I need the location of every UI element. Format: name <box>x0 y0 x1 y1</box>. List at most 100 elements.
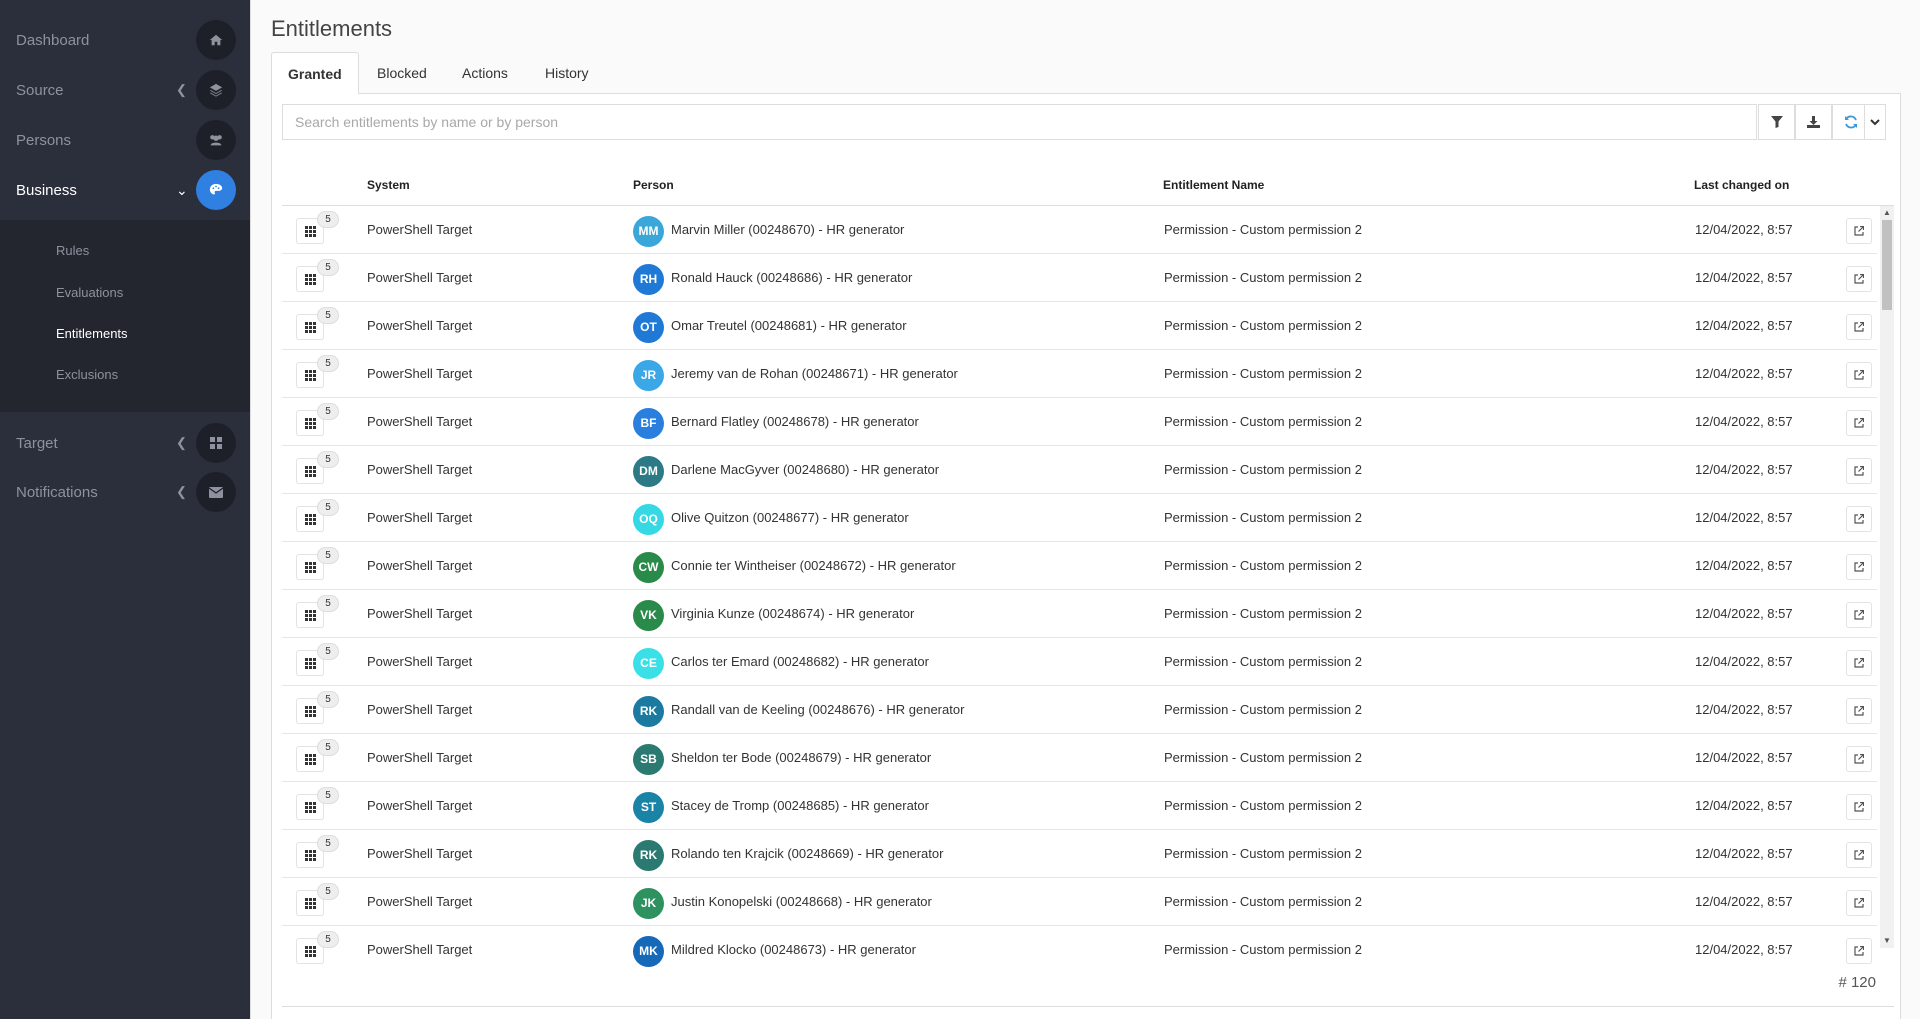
date-cell: 12/04/2022, 8:57 <box>1695 846 1793 861</box>
grid-dots-icon <box>304 897 316 909</box>
table-row[interactable]: 5 PowerShell Target MK Mildred Klocko (0024… <box>282 926 1877 968</box>
person-cell[interactable]: Carlos ter Emard (00248682) - HR generat… <box>671 638 929 686</box>
tab-history[interactable]: History <box>529 52 605 94</box>
person-cell[interactable]: Omar Treutel (00248681) - HR generator <box>671 302 907 350</box>
date-cell: 12/04/2022, 8:57 <box>1695 654 1793 669</box>
download-button[interactable] <box>1795 104 1832 140</box>
avatar: OQ <box>633 504 664 535</box>
table-row[interactable]: 5 PowerShell Target RH Ronald Hauck (002486… <box>282 254 1877 302</box>
table-row[interactable]: 5 PowerShell Target SB Sheldon ter Bode (00… <box>282 734 1877 782</box>
table-row[interactable]: 5 PowerShell Target OQ Olive Quitzon (00248… <box>282 494 1877 542</box>
count-badge: 5 <box>317 595 339 612</box>
person-cell[interactable]: Mildred Klocko (00248673) - HR generator <box>671 926 916 968</box>
open-button[interactable] <box>1846 410 1872 436</box>
table-row[interactable]: 5 PowerShell Target OT Omar Treutel (002486… <box>282 302 1877 350</box>
table-row[interactable]: 5 PowerShell Target BF Bernard Flatley (002… <box>282 398 1877 446</box>
nav-source[interactable]: Source ❮ <box>0 65 250 115</box>
grid-dots-icon <box>304 753 316 765</box>
main-content: Entitlements Granted Blocked Actions His… <box>250 0 1920 1019</box>
person-cell[interactable]: Stacey de Tromp (00248685) - HR generato… <box>671 782 929 830</box>
external-link-icon <box>1854 802 1864 812</box>
chevron-left-icon: ❮ <box>176 484 187 499</box>
table-row[interactable]: 5 PowerShell Target MM Marvin Miller (00248… <box>282 206 1877 254</box>
subnav-evaluations[interactable]: Evaluations <box>56 285 123 300</box>
entitlement-cell: Permission - Custom permission 2 <box>1164 318 1362 333</box>
nav-business[interactable]: Business ⌄ <box>0 165 250 215</box>
search-input[interactable] <box>283 105 1756 139</box>
person-cell[interactable]: Randall van de Keeling (00248676) - HR g… <box>671 686 964 734</box>
table-row[interactable]: 5 PowerShell Target VK Virginia Kunze (0024… <box>282 590 1877 638</box>
table-row[interactable]: 5 PowerShell Target RK Randall van de Keeli… <box>282 686 1877 734</box>
system-cell: PowerShell Target <box>367 558 473 573</box>
scroll-thumb[interactable] <box>1882 220 1892 310</box>
person-cell[interactable]: Ronald Hauck (00248686) - HR generator <box>671 254 912 302</box>
person-cell[interactable]: Connie ter Wintheiser (00248672) - HR ge… <box>671 542 956 590</box>
col-entitlement-name[interactable]: Entitlement Name <box>1163 164 1264 206</box>
filter-button[interactable] <box>1758 104 1795 140</box>
table-scrollbar[interactable]: ▲ ▼ <box>1880 206 1894 948</box>
open-button[interactable] <box>1846 314 1872 340</box>
subnav-exclusions[interactable]: Exclusions <box>56 367 118 382</box>
external-link-icon <box>1854 850 1864 860</box>
entitlement-cell: Permission - Custom permission 2 <box>1164 510 1362 525</box>
open-button[interactable] <box>1846 794 1872 820</box>
tab-blocked[interactable]: Blocked <box>361 52 443 94</box>
col-system[interactable]: System <box>367 164 410 206</box>
person-cell[interactable]: Olive Quitzon (00248677) - HR generator <box>671 494 909 542</box>
grid-dots-icon <box>304 801 316 813</box>
nav-dashboard[interactable]: Dashboard <box>0 15 250 65</box>
nav-persons[interactable]: Persons <box>0 115 250 165</box>
open-button[interactable] <box>1846 266 1872 292</box>
open-button[interactable] <box>1846 650 1872 676</box>
system-cell: PowerShell Target <box>367 414 473 429</box>
person-cell[interactable]: Rolando ten Krajcik (00248669) - HR gene… <box>671 830 943 878</box>
person-cell[interactable]: Justin Konopelski (00248668) - HR genera… <box>671 878 932 926</box>
page-title: Entitlements <box>271 16 393 41</box>
open-button[interactable] <box>1846 698 1872 724</box>
open-button[interactable] <box>1846 602 1872 628</box>
person-cell[interactable]: Darlene MacGyver (00248680) - HR generat… <box>671 446 939 494</box>
open-button[interactable] <box>1846 842 1872 868</box>
subnav-entitlements[interactable]: Entitlements <box>56 326 128 341</box>
table-row[interactable]: 5 PowerShell Target JR Jeremy van de Rohan … <box>282 350 1877 398</box>
subnav-rules[interactable]: Rules <box>56 243 89 258</box>
external-link-icon <box>1854 418 1864 428</box>
table-row[interactable]: 5 PowerShell Target DM Darlene MacGyver (00… <box>282 446 1877 494</box>
entitlement-cell: Permission - Custom permission 2 <box>1164 846 1362 861</box>
open-button[interactable] <box>1846 506 1872 532</box>
table-row[interactable]: 5 PowerShell Target CE Carlos ter Emard (00… <box>282 638 1877 686</box>
person-cell[interactable]: Marvin Miller (00248670) - HR generator <box>671 206 904 254</box>
count-badge: 5 <box>317 499 339 516</box>
table-row[interactable]: 5 PowerShell Target JK Justin Konopelski (0… <box>282 878 1877 926</box>
table-row[interactable]: 5 PowerShell Target ST Stacey de Tromp (002… <box>282 782 1877 830</box>
nav-notifications[interactable]: Notifications ❮ <box>0 467 250 517</box>
open-button[interactable] <box>1846 746 1872 772</box>
scroll-up-arrow[interactable]: ▲ <box>1880 206 1894 220</box>
person-cell[interactable]: Bernard Flatley (00248678) - HR generato… <box>671 398 919 446</box>
system-cell: PowerShell Target <box>367 318 473 333</box>
count-badge: 5 <box>317 691 339 708</box>
external-link-icon <box>1854 562 1864 572</box>
open-button[interactable] <box>1846 218 1872 244</box>
table-row[interactable]: 5 PowerShell Target CW Connie ter Wintheise… <box>282 542 1877 590</box>
person-cell[interactable]: Virginia Kunze (00248674) - HR generator <box>671 590 914 638</box>
tab-granted[interactable]: Granted <box>271 52 359 95</box>
col-last-changed[interactable]: Last changed on <box>1694 164 1789 206</box>
col-person[interactable]: Person <box>633 164 674 206</box>
entitlement-cell: Permission - Custom permission 2 <box>1164 414 1362 429</box>
more-options-button[interactable] <box>1864 104 1886 140</box>
open-button[interactable] <box>1846 458 1872 484</box>
person-cell[interactable]: Sheldon ter Bode (00248679) - HR generat… <box>671 734 931 782</box>
scroll-down-arrow[interactable]: ▼ <box>1880 934 1894 948</box>
entitlement-cell: Permission - Custom permission 2 <box>1164 798 1362 813</box>
avatar: BF <box>633 408 664 439</box>
open-button[interactable] <box>1846 554 1872 580</box>
table-row[interactable]: 5 PowerShell Target RK Rolando ten Krajcik … <box>282 830 1877 878</box>
entitlement-cell: Permission - Custom permission 2 <box>1164 894 1362 909</box>
open-button[interactable] <box>1846 890 1872 916</box>
nav-target[interactable]: Target ❮ <box>0 418 250 468</box>
open-button[interactable] <box>1846 938 1872 964</box>
open-button[interactable] <box>1846 362 1872 388</box>
person-cell[interactable]: Jeremy van de Rohan (00248671) - HR gene… <box>671 350 958 398</box>
tab-actions[interactable]: Actions <box>446 52 524 94</box>
